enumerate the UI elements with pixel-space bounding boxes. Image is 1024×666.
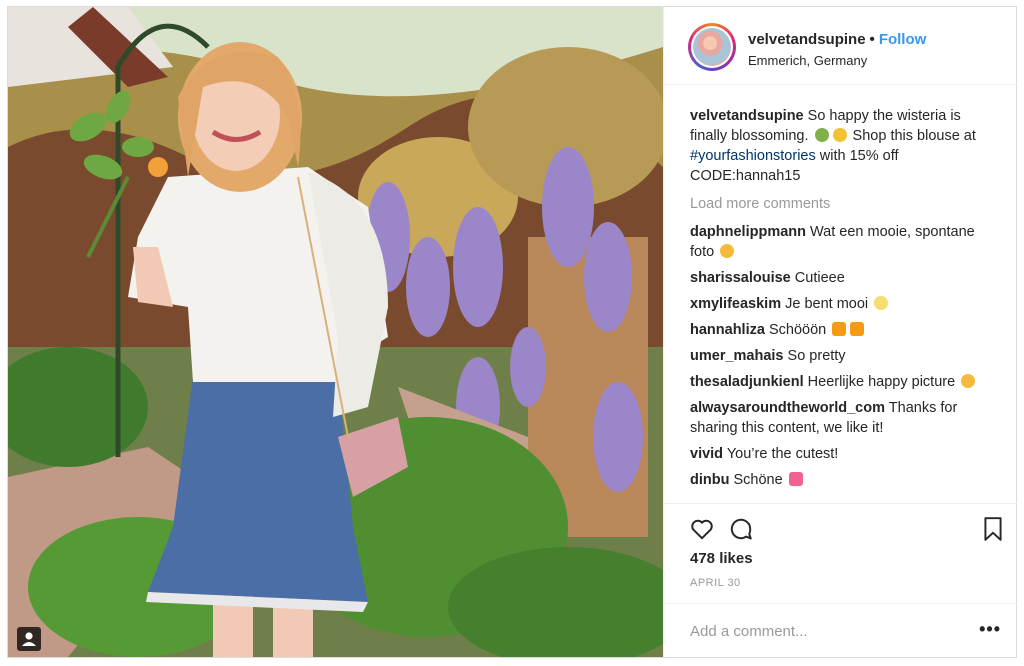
comment-item: vivid You’re the cutest! bbox=[690, 444, 995, 464]
comment-item: hannahliza Schööön bbox=[690, 320, 995, 340]
comment-username[interactable]: umer_mahais bbox=[690, 348, 784, 364]
comment-item: alwaysaroundtheworld_com Thanks for shar… bbox=[690, 398, 995, 438]
post-photo[interactable] bbox=[8, 7, 663, 657]
comments-list[interactable]: velvetandsupine So happy the wisteria is… bbox=[690, 106, 995, 503]
header-title-row: velvetandsupine • Follow bbox=[748, 31, 926, 48]
comment-item: sharissalouise Cutieee bbox=[690, 268, 995, 288]
comment-item: dinbu Schöne bbox=[690, 470, 995, 490]
more-options-icon[interactable]: ••• bbox=[979, 620, 1001, 638]
comment-username[interactable]: dinbu bbox=[690, 472, 729, 488]
sunflower-emoji-icon bbox=[832, 128, 847, 142]
post-caption: velvetandsupine So happy the wisteria is… bbox=[690, 106, 995, 186]
comment-username[interactable]: daphnelippmann bbox=[690, 224, 806, 240]
leaf-emoji-icon bbox=[814, 128, 829, 142]
post-card: velvetandsupine • Follow Emmerich, Germany… bbox=[7, 6, 1017, 658]
comment-username[interactable]: xmylifeaskim bbox=[690, 296, 781, 312]
separator-dot: • bbox=[869, 31, 875, 48]
heart-icon[interactable] bbox=[689, 516, 715, 542]
add-comment-bar: ••• bbox=[664, 603, 1017, 657]
kiss-emoji-icon bbox=[720, 244, 735, 258]
comment-item: xmylifeaskim Je bent mooi bbox=[690, 294, 995, 314]
add-comment-input[interactable] bbox=[688, 618, 962, 644]
likes-count[interactable]: 478 likes bbox=[690, 550, 753, 567]
comment-text: You’re the cutest! bbox=[726, 446, 839, 462]
comment-username[interactable]: sharissalouise bbox=[690, 270, 791, 286]
orange-heart-emoji-icon bbox=[850, 322, 865, 336]
sparkle-emoji-icon bbox=[874, 296, 889, 310]
user-tag-icon[interactable] bbox=[17, 627, 41, 651]
heart-eyes-emoji-icon bbox=[961, 374, 976, 388]
comment-username[interactable]: hannahliza bbox=[690, 322, 765, 338]
comment-item: daphnelippmann Wat een mooie, spontane f… bbox=[690, 222, 995, 262]
load-more-comments-link[interactable]: Load more comments bbox=[690, 194, 995, 214]
comment-username[interactable]: vivid bbox=[690, 446, 723, 462]
comment-text: Cutieee bbox=[794, 270, 845, 286]
comment-text: Schööön bbox=[768, 322, 827, 338]
comment-text: Schöne bbox=[733, 472, 783, 488]
post-location[interactable]: Emmerich, Germany bbox=[748, 53, 867, 68]
caption-text-2: Shop this blouse at bbox=[852, 128, 976, 144]
comment-username[interactable]: thesaladjunkienl bbox=[690, 374, 804, 390]
post-actions: 478 likes APRIL 30 bbox=[664, 503, 1017, 615]
comment-text: Je bent mooi bbox=[785, 296, 869, 312]
post-date: APRIL 30 bbox=[690, 577, 741, 589]
caption-hashtag-link[interactable]: #yourfashionstories bbox=[690, 148, 816, 164]
comment-text: So pretty bbox=[787, 348, 846, 364]
orange-heart-emoji-icon bbox=[832, 322, 847, 336]
follow-button[interactable]: Follow bbox=[879, 31, 927, 48]
speech-bubble-icon[interactable] bbox=[728, 516, 754, 542]
avatar[interactable] bbox=[688, 23, 736, 71]
pink-heart-emoji-icon bbox=[788, 472, 803, 486]
comment-username[interactable]: alwaysaroundtheworld_com bbox=[690, 400, 885, 416]
photo-illustration bbox=[8, 7, 663, 657]
post-side-panel: velvetandsupine • Follow Emmerich, Germany… bbox=[663, 7, 1017, 657]
comment-item: thesaladjunkienl Heerlijke happy picture bbox=[690, 372, 995, 392]
bookmark-icon[interactable] bbox=[982, 516, 1008, 542]
comment-text: Heerlijke happy picture bbox=[807, 374, 956, 390]
caption-username[interactable]: velvetandsupine bbox=[690, 108, 804, 124]
post-author-username[interactable]: velvetandsupine bbox=[748, 31, 866, 48]
comment-item: umer_mahais So pretty bbox=[690, 346, 995, 366]
post-header: velvetandsupine • Follow Emmerich, Germany bbox=[664, 7, 1017, 85]
